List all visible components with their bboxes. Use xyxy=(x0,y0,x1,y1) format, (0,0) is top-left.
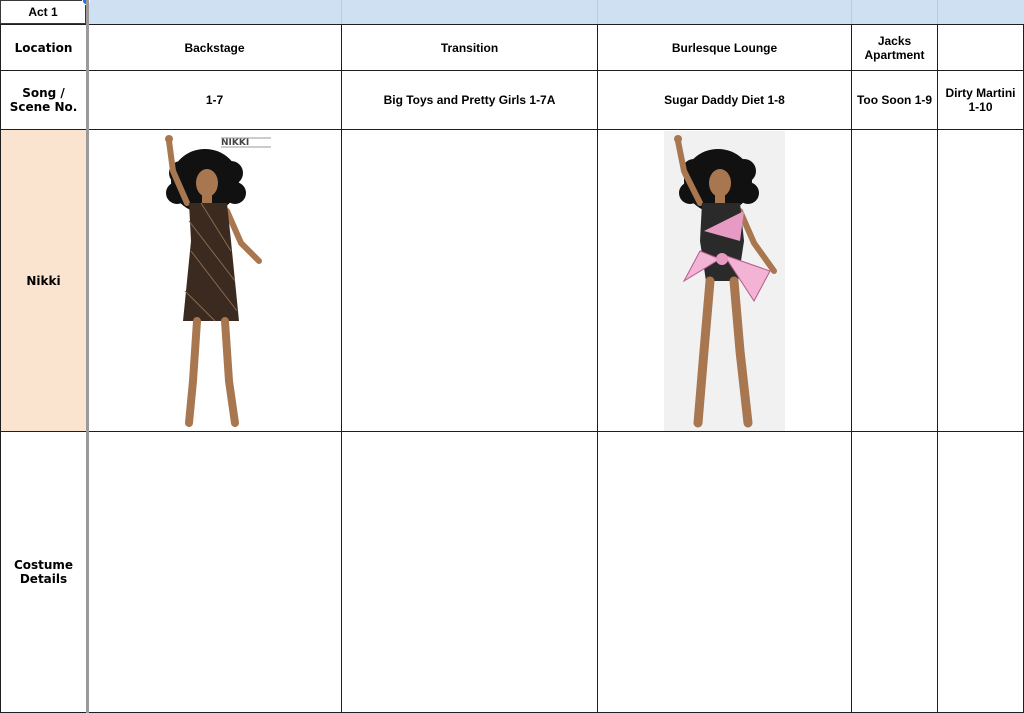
details-cell-transition[interactable] xyxy=(341,431,598,713)
scene-label: Dirty Martini 1-10 xyxy=(945,86,1016,114)
scene-cell-1-10[interactable]: Dirty Martini 1-10 xyxy=(937,70,1024,130)
act-label: Act 1 xyxy=(28,5,58,19)
row-header-location[interactable]: Location xyxy=(0,24,87,71)
location-label: Burlesque Lounge xyxy=(671,40,778,55)
row-header-song-scene[interactable]: Song / Scene No. xyxy=(0,70,87,130)
costume-sketch-image[interactable]: NIKKI xyxy=(155,131,275,431)
location-cell-empty[interactable] xyxy=(937,24,1024,71)
scene-label: 1-7 xyxy=(205,93,224,107)
location-label: Transition xyxy=(440,40,499,55)
act-label-cell[interactable]: Act 1 xyxy=(0,0,86,24)
svg-text:NIKKI: NIKKI xyxy=(221,138,249,148)
location-cell-transition[interactable]: Transition xyxy=(341,24,598,71)
details-cell-jacks-apartment[interactable] xyxy=(851,431,938,713)
row-header-costume-details-label: Costume Details xyxy=(13,558,74,586)
location-label: Backstage xyxy=(184,40,245,55)
scene-label: Too Soon 1-9 xyxy=(856,93,933,107)
sketch-cell-dirty-martini[interactable] xyxy=(937,129,1024,432)
column-header-divider xyxy=(937,0,938,24)
column-header-divider xyxy=(597,0,598,24)
column-header-band xyxy=(0,0,1024,24)
scene-label: Sugar Daddy Diet 1-8 xyxy=(664,93,785,107)
sketch-cell-jacks-apartment[interactable] xyxy=(851,129,938,432)
scene-cell-1-7[interactable]: 1-7 xyxy=(87,70,342,130)
row-header-location-label: Location xyxy=(14,40,73,55)
column-header-divider xyxy=(851,0,852,24)
location-label: Jacks Apartment xyxy=(864,33,925,62)
location-cell-burlesque-lounge[interactable]: Burlesque Lounge xyxy=(597,24,852,71)
column-header-divider xyxy=(341,0,342,24)
scene-cell-1-7a[interactable]: Big Toys and Pretty Girls 1-7A xyxy=(341,70,598,130)
location-cell-jacks-apartment[interactable]: Jacks Apartment xyxy=(851,24,938,71)
frozen-pane-divider[interactable] xyxy=(86,0,89,713)
row-header-song-scene-label: Song / Scene No. xyxy=(9,86,78,114)
row-header-character-label: Nikki xyxy=(26,273,61,288)
location-cell-backstage[interactable]: Backstage xyxy=(87,24,342,71)
row-header-costume-details[interactable]: Costume Details xyxy=(0,431,87,713)
scene-cell-1-8[interactable]: Sugar Daddy Diet 1-8 xyxy=(597,70,852,130)
sketch-cell-transition[interactable] xyxy=(341,129,598,432)
details-cell-burlesque-lounge[interactable] xyxy=(597,431,852,713)
details-cell-dirty-martini[interactable] xyxy=(937,431,1024,713)
sketch-cell-burlesque-lounge[interactable] xyxy=(597,129,852,432)
sketch-cell-backstage[interactable]: NIKKI xyxy=(87,129,342,432)
scene-cell-1-9[interactable]: Too Soon 1-9 xyxy=(851,70,938,130)
scene-label: Big Toys and Pretty Girls 1-7A xyxy=(383,93,556,107)
costume-sketch-image[interactable] xyxy=(664,130,785,431)
row-header-character[interactable]: Nikki xyxy=(0,129,87,432)
details-cell-backstage[interactable] xyxy=(87,431,342,713)
